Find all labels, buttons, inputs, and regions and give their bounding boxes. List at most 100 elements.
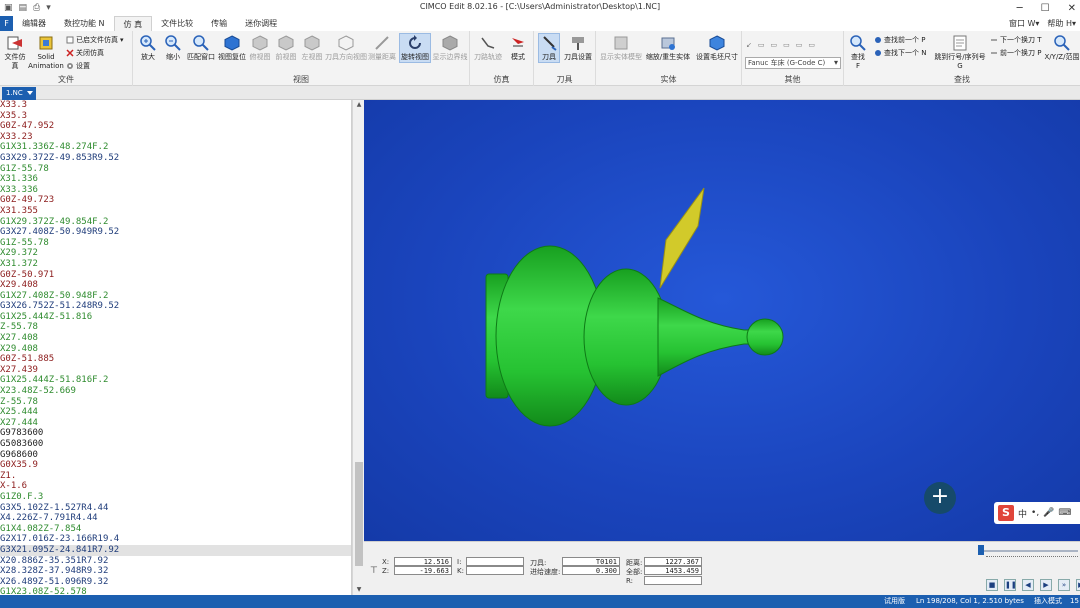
solid-animation-button[interactable]: Solid Animation xyxy=(28,34,64,71)
scale-solid-button[interactable]: 缩放/重生实体 xyxy=(644,34,692,62)
code-line[interactable]: G2X17.016Z-23.166R19.4 xyxy=(0,534,351,545)
close-button[interactable]: ✕ xyxy=(1068,3,1076,14)
code-line[interactable]: X28.328Z-37.948R9.32 xyxy=(0,566,351,577)
show-solid-model-button[interactable]: 显示实体模型 xyxy=(600,34,642,62)
stop-icon[interactable]: ■ xyxy=(986,579,998,591)
code-line[interactable]: G1X31.336Z-48.274F.2 xyxy=(0,142,351,153)
tab-mini-program[interactable]: 迷你调程 xyxy=(236,16,286,31)
ime-language[interactable]: 中 xyxy=(1018,507,1027,520)
code-line[interactable]: X35.3 xyxy=(0,111,351,122)
code-line[interactable]: G0Z-47.952 xyxy=(0,121,351,132)
find-prev-button[interactable]: 查找前一个 P xyxy=(874,35,925,45)
code-line[interactable]: G0Z-50.971 xyxy=(0,270,351,281)
code-line[interactable]: G3X21.095Z-24.841R7.92 xyxy=(0,544,351,556)
box-icon[interactable]: ▭ xyxy=(808,41,815,49)
code-line[interactable]: G1X25.444Z-51.816 xyxy=(0,312,351,323)
code-line[interactable]: G3X29.372Z-49.853R9.52 xyxy=(0,153,351,164)
code-line[interactable]: X27.439 xyxy=(0,365,351,376)
box-icon[interactable]: ▭ xyxy=(783,41,790,49)
code-line[interactable]: G0Z-51.885 xyxy=(0,354,351,365)
settings-button[interactable]: 设置 xyxy=(66,61,90,71)
box-icon[interactable]: ▭ xyxy=(796,41,803,49)
fast-forward-icon[interactable]: » xyxy=(1058,579,1070,591)
tool-path-button[interactable]: 刀路轨迹 xyxy=(473,34,503,62)
code-line[interactable]: Z1. xyxy=(0,471,351,482)
code-line[interactable]: G0X35.9 xyxy=(0,460,351,471)
code-line[interactable]: X4.226Z-7.791R4.44 xyxy=(0,513,351,524)
code-line[interactable]: G968600 xyxy=(0,450,351,461)
qat-dropdown-icon[interactable]: ▾ xyxy=(46,3,51,13)
add-view-button[interactable]: + xyxy=(924,482,956,514)
code-line[interactable]: G1X25.444Z-51.816F.2 xyxy=(0,375,351,386)
sim-speed-slider-thumb[interactable] xyxy=(978,545,984,555)
measure-button[interactable]: 测量距离 xyxy=(367,34,397,62)
view-reset-button[interactable]: 视图复位 xyxy=(217,34,247,62)
code-line[interactable]: G3X26.752Z-51.248R9.52 xyxy=(0,301,351,312)
code-line[interactable]: X20.886Z-35.351R7.92 xyxy=(0,556,351,567)
window-menu[interactable]: 窗口 W▾ xyxy=(1009,18,1039,29)
box-icon[interactable]: ▭ xyxy=(771,41,778,49)
fit-window-button[interactable]: 匹配窗口 xyxy=(186,34,216,62)
step-back-icon[interactable]: ◀ xyxy=(1022,579,1034,591)
close-sim-button[interactable]: 关闭仿真 xyxy=(66,48,104,58)
mode-button[interactable]: 模式 xyxy=(504,34,532,62)
code-line[interactable]: G1Z-55.78 xyxy=(0,238,351,249)
machine-select[interactable]: Fanuc 车床 (G-Code C) xyxy=(745,57,841,69)
next-tool-change-button[interactable]: 前一个换刀 P xyxy=(990,48,1041,58)
code-line[interactable]: Z-55.78 xyxy=(0,322,351,333)
code-line[interactable]: X27.408 xyxy=(0,333,351,344)
tab-transfer[interactable]: 传输 xyxy=(202,16,236,31)
front-view-button[interactable]: 前视图 xyxy=(273,34,299,62)
code-line[interactable]: G9783600 xyxy=(0,428,351,439)
code-line[interactable]: Z-55.78 xyxy=(0,397,351,408)
code-line[interactable]: X23.48Z-52.669 xyxy=(0,386,351,397)
set-stock-button[interactable]: 设置毛坯尺寸 xyxy=(694,34,740,62)
show-bounds-button[interactable]: 显示边界线 xyxy=(432,34,468,62)
code-line[interactable]: X25.444 xyxy=(0,407,351,418)
tool-settings-button[interactable]: 刀具设置 xyxy=(562,34,594,62)
file-sim-button[interactable]: 文件仿真 xyxy=(2,34,28,71)
code-line[interactable]: G1Z-55.78 xyxy=(0,164,351,175)
keyboard-icon[interactable]: ⌨ xyxy=(1058,508,1071,518)
code-line[interactable]: G3X27.408Z-50.949R9.52 xyxy=(0,227,351,238)
tool-button[interactable]: 刀具 xyxy=(538,33,560,63)
code-line[interactable]: X33.3 xyxy=(0,100,351,111)
simulation-viewport[interactable]: + S 中 •, 🎤 ⌨ xyxy=(364,100,1080,541)
code-line[interactable]: X29.372 xyxy=(0,248,351,259)
tab-simulation[interactable]: 仿 真 xyxy=(113,16,153,31)
sim-speed-slider-track[interactable] xyxy=(978,550,1078,552)
arrow-icon[interactable]: ↙ xyxy=(746,41,752,49)
tab-file-compare[interactable]: 文件比较 xyxy=(152,16,202,31)
code-line[interactable]: X-1.6 xyxy=(0,481,351,492)
side-view-button[interactable]: 左视图 xyxy=(299,34,325,62)
code-line[interactable]: X29.408 xyxy=(0,280,351,291)
rotate-view-button[interactable]: 旋转视图 xyxy=(399,33,431,63)
play-end-icon[interactable]: ▶| xyxy=(1076,579,1080,591)
doc-tab-1nc[interactable]: 1.NC xyxy=(2,87,36,100)
code-line[interactable]: G3X5.102Z-1.527R4.44 xyxy=(0,503,351,514)
box-icon[interactable]: ▭ xyxy=(758,41,765,49)
find-next-button[interactable]: 查找下一个 N xyxy=(874,48,926,58)
code-line[interactable]: X27.444 xyxy=(0,418,351,429)
step-forward-icon[interactable]: ▶ xyxy=(1040,579,1052,591)
tool-dir-view-button[interactable]: 刀具方向视图 xyxy=(325,34,367,62)
goto-line-button[interactable]: 跳到行号/序列号 G xyxy=(932,34,988,71)
tab-file[interactable]: F xyxy=(0,16,13,31)
zoom-in-button[interactable]: 放大 xyxy=(136,34,160,62)
microphone-icon[interactable]: 🎤 xyxy=(1043,508,1054,518)
code-editor[interactable]: X33.3 X35.3 G0Z-47.952 X33.23 G1X31.336Z-48.… xyxy=(0,100,352,595)
code-line[interactable]: G5083600 xyxy=(0,439,351,450)
code-line[interactable]: X26.489Z-51.096R9.32 xyxy=(0,577,351,588)
code-line[interactable]: G1X27.408Z-50.948F.2 xyxy=(0,291,351,302)
code-line[interactable]: X31.336 xyxy=(0,174,351,185)
scroll-thumb[interactable] xyxy=(355,462,363,566)
find-button[interactable]: 查找 F xyxy=(846,34,870,71)
tab-editor[interactable]: 编辑器 xyxy=(13,16,55,31)
code-line[interactable]: X29.408 xyxy=(0,344,351,355)
iso-view-button[interactable]: 俯视图 xyxy=(247,34,273,62)
ime-toolbar[interactable]: S 中 •, 🎤 ⌨ xyxy=(994,502,1080,524)
code-line[interactable]: G1X29.372Z-49.854F.2 xyxy=(0,217,351,228)
close-file-sim-button[interactable]: 已启文件仿真 ▾ xyxy=(66,35,124,45)
tab-nc-functions[interactable]: 数控功能 N xyxy=(55,16,114,31)
help-menu[interactable]: 帮助 H▾ xyxy=(1047,18,1076,29)
